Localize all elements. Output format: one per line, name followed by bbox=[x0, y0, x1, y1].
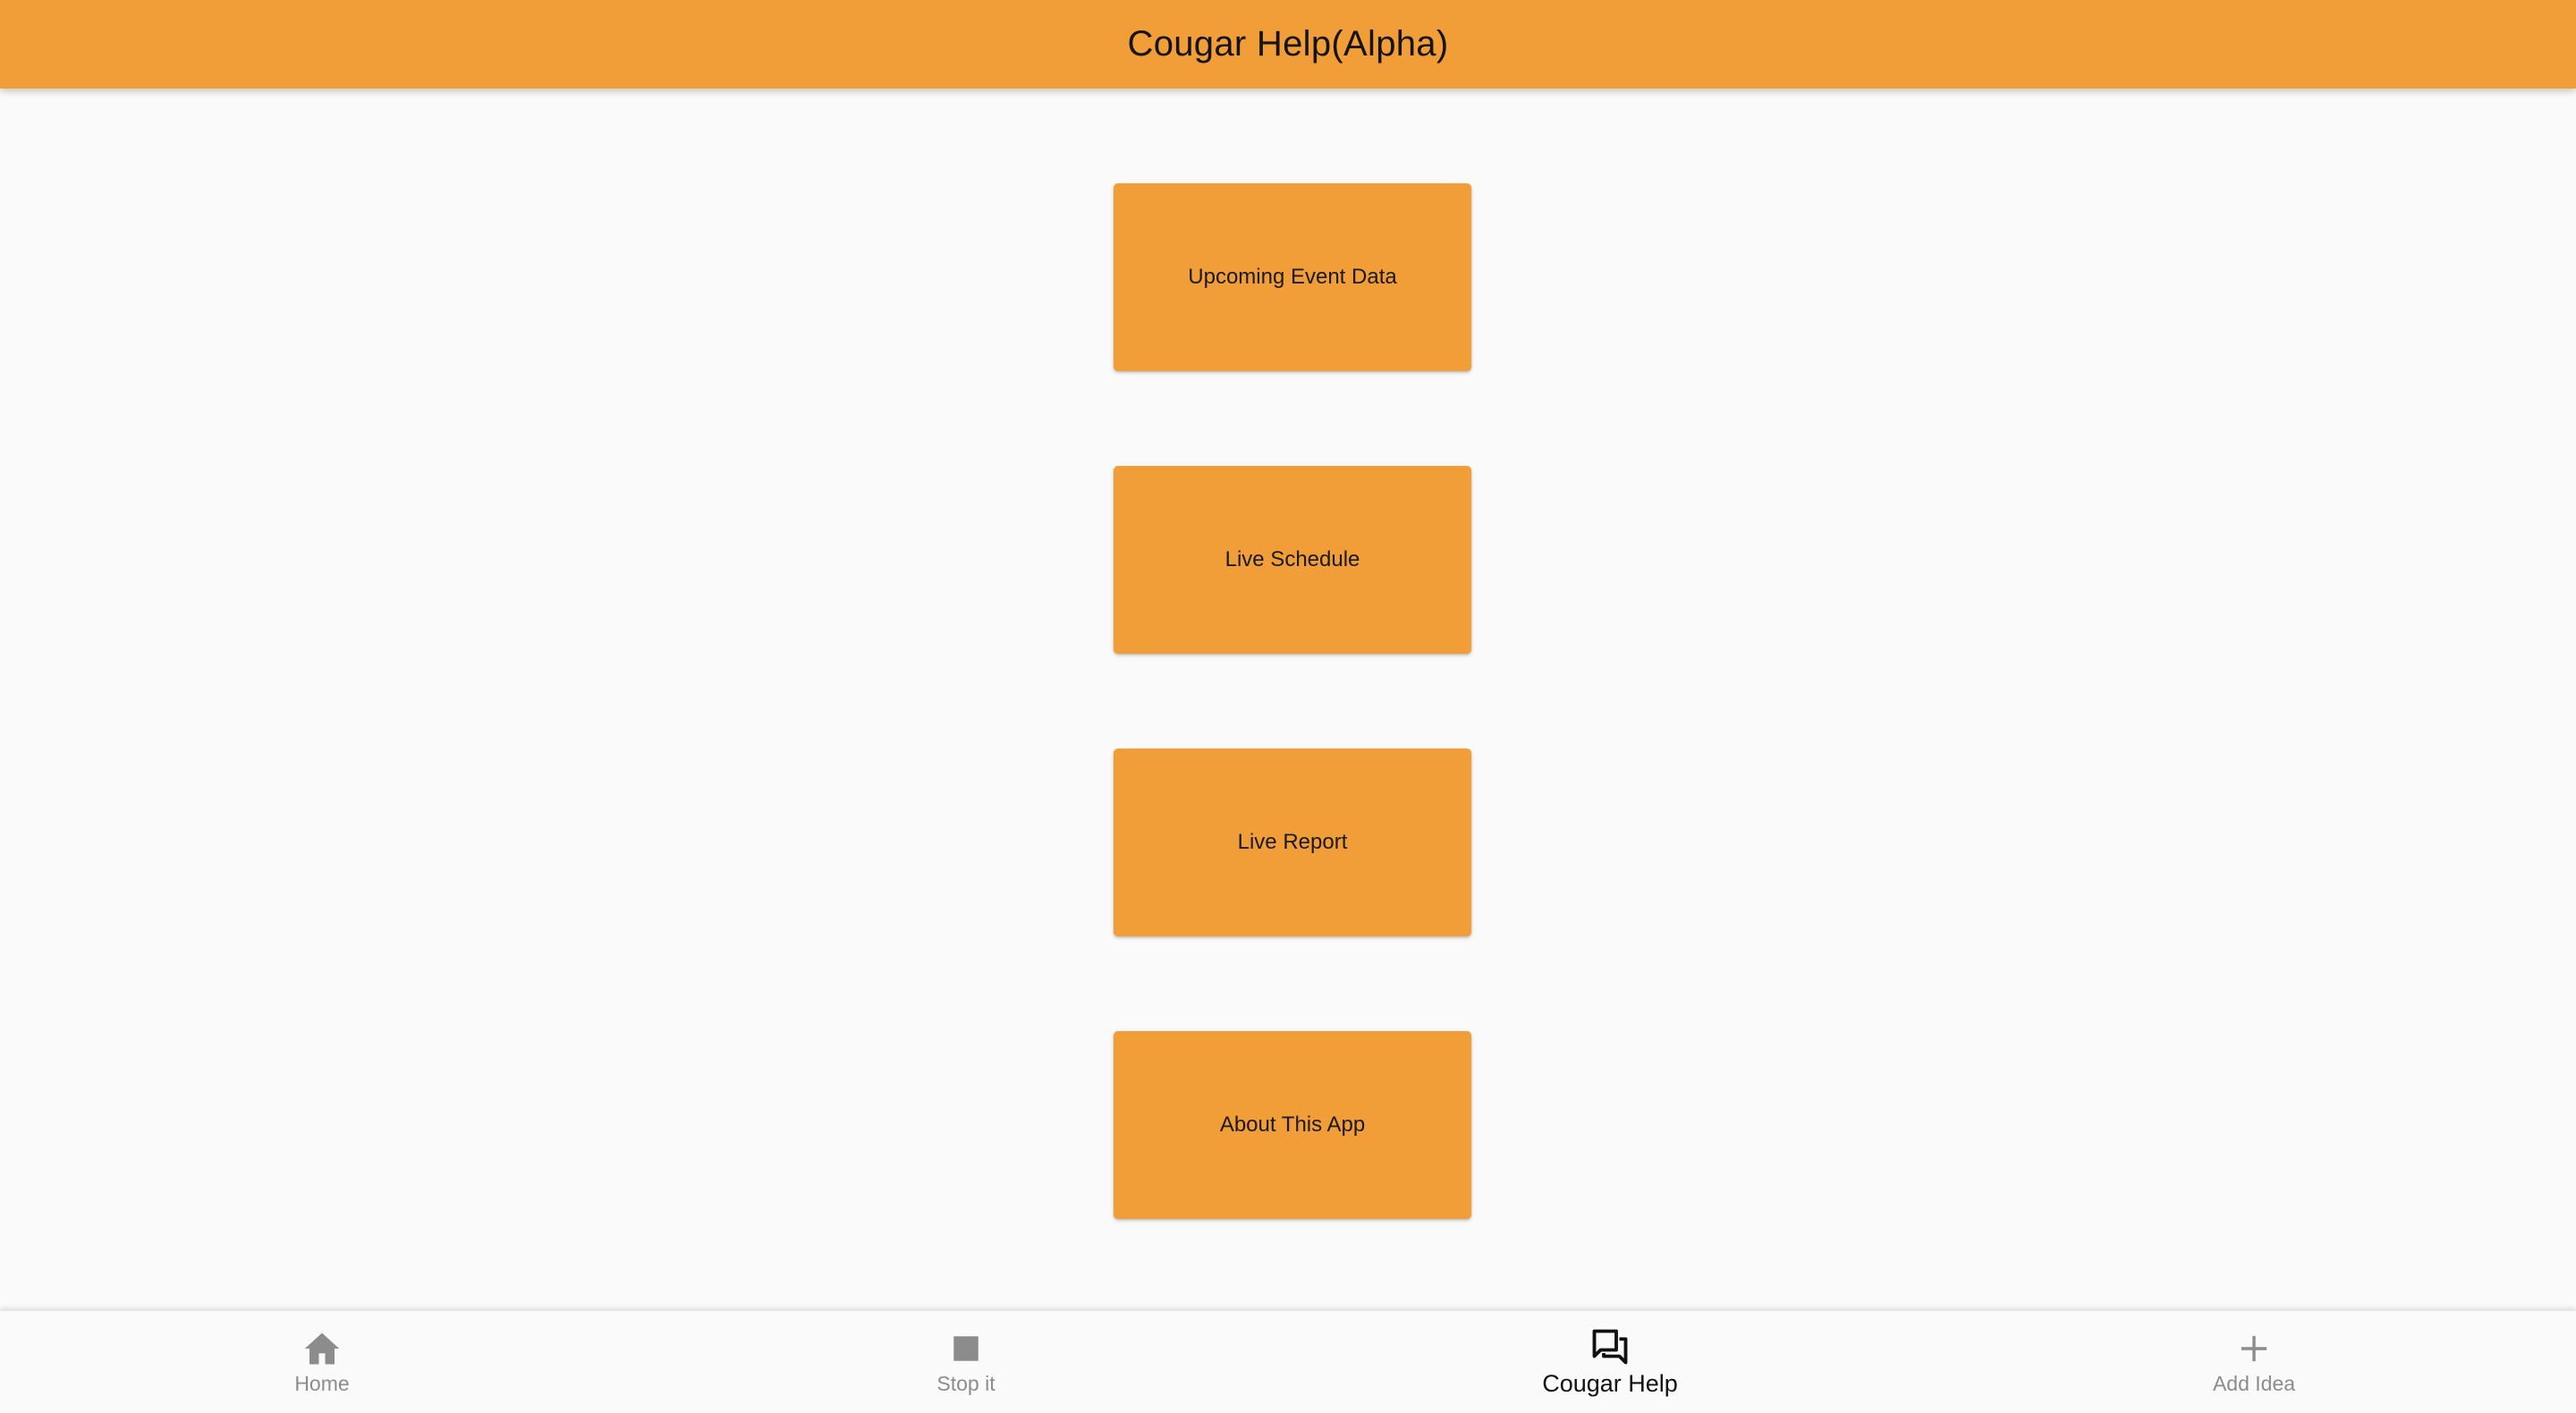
live-schedule-button[interactable]: Live Schedule bbox=[1114, 466, 1471, 654]
nav-label-add-idea: Add Idea bbox=[2212, 1372, 2296, 1395]
upcoming-event-data-button[interactable]: Upcoming Event Data bbox=[1114, 183, 1471, 371]
add-icon bbox=[2234, 1329, 2274, 1368]
forum-icon bbox=[1590, 1327, 1630, 1366]
home-icon bbox=[302, 1329, 342, 1368]
stop-icon bbox=[946, 1329, 986, 1368]
nav-label-cougar-help: Cougar Help bbox=[1542, 1370, 1678, 1397]
live-schedule-label: Live Schedule bbox=[1224, 547, 1360, 571]
live-report-button[interactable]: Live Report bbox=[1114, 749, 1471, 936]
app-bar: Cougar Help(Alpha) bbox=[0, 0, 2576, 89]
upcoming-event-data-label: Upcoming Event Data bbox=[1188, 265, 1397, 289]
about-this-app-button[interactable]: About This App bbox=[1114, 1031, 1471, 1219]
nav-label-home: Home bbox=[294, 1372, 350, 1395]
nav-label-stop-it: Stop it bbox=[936, 1372, 996, 1395]
page-title: Cougar Help(Alpha) bbox=[1127, 24, 1449, 63]
bottom-navigation-bar: Home Stop it Cougar Help Add Idea bbox=[0, 1310, 2576, 1413]
app-window: Cougar Help(Alpha) Upcoming Event Data L… bbox=[0, 0, 2576, 1413]
menu-list: Upcoming Event Data Live Schedule Live R… bbox=[0, 89, 2576, 1310]
nav-item-add-idea[interactable]: Add Idea bbox=[1932, 1311, 2576, 1413]
nav-item-stop-it[interactable]: Stop it bbox=[644, 1311, 1288, 1413]
live-report-label: Live Report bbox=[1237, 830, 1348, 854]
nav-item-cougar-help[interactable]: Cougar Help bbox=[1288, 1311, 1932, 1413]
nav-item-home[interactable]: Home bbox=[0, 1311, 644, 1413]
about-this-app-label: About This App bbox=[1219, 1113, 1366, 1137]
